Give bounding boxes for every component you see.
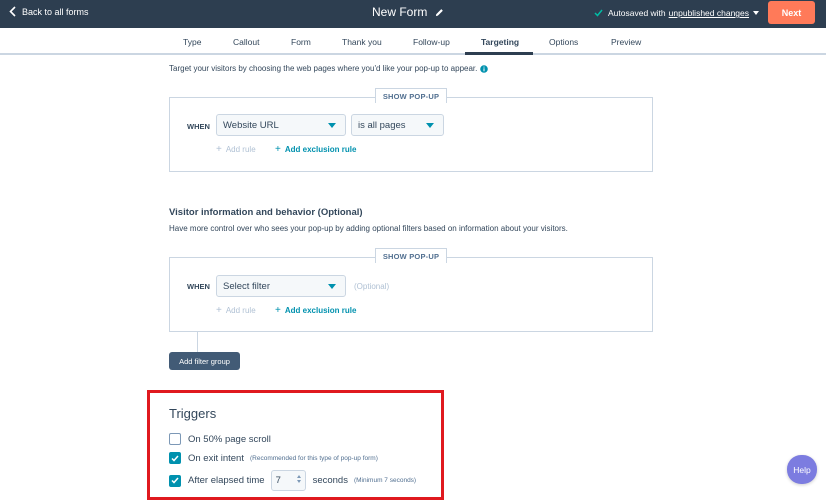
add-rule-label: Add rule xyxy=(225,145,256,154)
optional-label: (Optional) xyxy=(354,282,390,291)
tab-type[interactable]: Type xyxy=(183,37,201,47)
check-icon xyxy=(171,477,179,484)
add-rule-label: Add rule xyxy=(225,306,256,315)
page-scroll-checkbox[interactable] xyxy=(169,433,181,445)
select-filter-value: Select filter xyxy=(223,280,270,292)
seconds-label: seconds xyxy=(312,475,348,486)
autosave-text: Autosaved with xyxy=(608,8,666,18)
stepper-down-icon[interactable] xyxy=(296,480,301,483)
plus-icon: + xyxy=(275,144,281,155)
dropdown-arrow-icon xyxy=(426,123,434,128)
trigger-exit-intent: On exit intent (Recommended for this typ… xyxy=(169,452,378,464)
exit-intent-note: (Recommended for this type of pop-up for… xyxy=(249,454,378,462)
form-title[interactable]: New Form xyxy=(372,5,444,19)
elapsed-time-checkbox[interactable] xyxy=(169,474,181,487)
stepper-up-icon[interactable] xyxy=(296,475,301,478)
back-label: Back to all forms xyxy=(22,6,89,17)
trigger-elapsed-time: After elapsed time 7 seconds (Minimum 7 … xyxy=(169,470,416,491)
tab-follow-up[interactable]: Follow-up xyxy=(413,37,450,47)
add-exclusion-rule-label: Add exclusion rule xyxy=(284,145,357,154)
plus-icon: + xyxy=(216,144,222,155)
triggers-title: Triggers xyxy=(169,406,217,421)
elapsed-seconds-value: 7 xyxy=(275,475,281,486)
elapsed-time-note: (Minimum 7 seconds) xyxy=(353,477,417,484)
tab-callout[interactable]: Callout xyxy=(233,37,259,47)
filter-group-connector xyxy=(197,332,198,352)
caret-down-icon xyxy=(753,11,759,15)
select-filter-dropdown[interactable]: Select filter xyxy=(216,275,346,297)
active-tab-indicator xyxy=(465,52,533,55)
when-label: WHEN xyxy=(187,122,210,131)
autosave-status[interactable]: Autosaved with unpublished changes xyxy=(594,8,759,18)
elapsed-seconds-input[interactable]: 7 xyxy=(270,470,306,491)
exit-intent-checkbox[interactable] xyxy=(169,452,181,464)
tab-options[interactable]: Options xyxy=(549,37,578,47)
page-operator-select-value: is all pages xyxy=(358,119,406,131)
targeting-intro: Target your visitors by choosing the web… xyxy=(169,64,489,73)
add-exclusion-rule-button[interactable]: + Add exclusion rule xyxy=(275,305,356,316)
add-exclusion-rule-button[interactable]: + Add exclusion rule xyxy=(275,144,356,155)
back-to-forms-link[interactable]: Back to all forms xyxy=(9,6,89,17)
trigger-page-scroll: On 50% page scroll xyxy=(169,433,271,445)
visitor-section-title: Visitor information and behavior (Option… xyxy=(169,207,363,218)
targeting-intro-text: Target your visitors by choosing the web… xyxy=(169,64,478,73)
add-rule-button[interactable]: + Add rule xyxy=(216,305,256,316)
pencil-icon[interactable] xyxy=(435,8,444,17)
info-icon[interactable] xyxy=(480,64,489,73)
tab-bar: Type Callout Form Thank you Follow-up Ta… xyxy=(0,28,826,55)
plus-icon: + xyxy=(216,305,222,316)
elapsed-time-label: After elapsed time xyxy=(188,475,265,486)
help-button[interactable]: Help xyxy=(787,455,817,484)
dropdown-arrow-icon xyxy=(328,284,336,289)
website-url-select[interactable]: Website URL xyxy=(216,114,346,136)
show-popup-badge: SHOW POP-UP xyxy=(375,88,447,103)
form-title-text: New Form xyxy=(372,5,428,19)
add-rule-button[interactable]: + Add rule xyxy=(216,144,256,155)
check-icon xyxy=(594,9,603,17)
when-label: WHEN xyxy=(187,282,210,291)
exit-intent-label: On exit intent xyxy=(188,452,244,464)
tab-targeting[interactable]: Targeting xyxy=(481,37,519,47)
chevron-left-icon xyxy=(9,6,16,17)
tab-preview[interactable]: Preview xyxy=(611,37,641,47)
dropdown-arrow-icon xyxy=(328,123,336,128)
website-url-select-value: Website URL xyxy=(223,119,279,131)
plus-icon: + xyxy=(275,305,281,316)
add-filter-group-button[interactable]: Add filter group xyxy=(169,352,240,370)
visitor-section-description: Have more control over who sees your pop… xyxy=(169,224,568,233)
page-scroll-label: On 50% page scroll xyxy=(188,433,271,445)
page-operator-select[interactable]: is all pages xyxy=(351,114,444,136)
check-icon xyxy=(171,455,179,462)
show-popup-badge: SHOW POP-UP xyxy=(375,248,447,263)
next-button[interactable]: Next xyxy=(768,1,815,24)
unpublished-changes-link[interactable]: unpublished changes xyxy=(669,8,749,18)
tab-thank-you[interactable]: Thank you xyxy=(342,37,382,47)
tab-form[interactable]: Form xyxy=(291,37,311,47)
top-bar: Back to all forms New Form Autosaved wit… xyxy=(0,0,826,28)
seconds-stepper[interactable] xyxy=(296,475,301,483)
add-exclusion-rule-label: Add exclusion rule xyxy=(284,306,357,315)
